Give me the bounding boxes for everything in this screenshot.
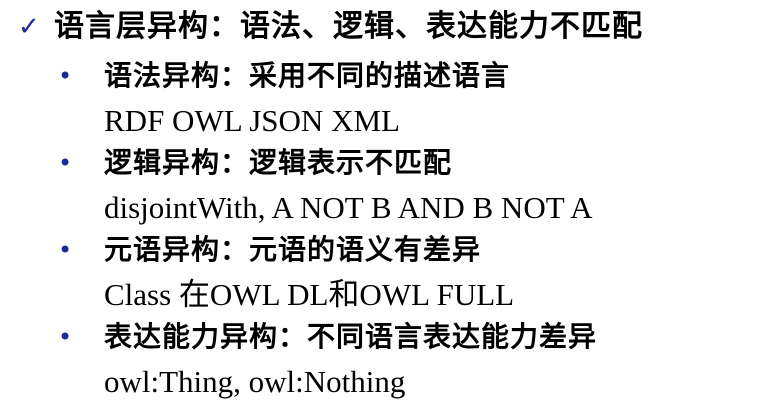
sub-item-syntax: • 语法异构：采用不同的描述语言 RDF OWL JSON XML	[58, 54, 510, 142]
sub-item-title: 逻辑异构：逻辑表示不匹配	[104, 146, 453, 179]
check-icon: ✓	[18, 12, 40, 42]
sub-item-expressiveness: • 表达能力异构：不同语言表达能力差异 owl:Thing, owl:Nothi…	[58, 315, 597, 403]
bullet-dot-icon: •	[58, 62, 73, 90]
sub-item-title: 语法异构：采用不同的描述语言	[104, 59, 511, 92]
bullet-dot-icon: •	[58, 149, 73, 177]
sub-item-header: • 逻辑异构：逻辑表示不匹配	[58, 141, 593, 185]
slide: ✓ 语言层异构：语法、逻辑、表达能力不匹配 • 语法异构：采用不同的描述语言 R…	[0, 0, 777, 410]
sub-item-metalanguage: • 元语异构：元语的语义有差异 Class 在OWL DL和OWL FULL	[58, 228, 514, 316]
sub-item-detail: RDF OWL JSON XML	[104, 102, 400, 138]
main-bullet: ✓ 语言层异构：语法、逻辑、表达能力不匹配	[18, 4, 643, 50]
sub-item-header: • 元语异构：元语的语义有差异	[58, 228, 514, 272]
sub-item-detail: owl:Thing, owl:Nothing	[104, 363, 406, 399]
sub-item-logic: • 逻辑异构：逻辑表示不匹配 disjointWith, A NOT B AND…	[58, 141, 593, 229]
sub-item-header: • 表达能力异构：不同语言表达能力差异	[58, 315, 597, 359]
sub-item-detail: disjointWith, A NOT B AND B NOT A	[104, 189, 593, 225]
sub-item-title: 表达能力异构：不同语言表达能力差异	[104, 320, 598, 353]
sub-item-detail: Class 在OWL DL和OWL FULL	[104, 276, 515, 312]
bullet-dot-icon: •	[58, 323, 73, 351]
sub-item-header: • 语法异构：采用不同的描述语言	[58, 54, 510, 98]
bullet-dot-icon: •	[58, 236, 73, 264]
main-heading: 语言层异构：语法、逻辑、表达能力不匹配	[54, 9, 643, 44]
sub-item-title: 元语异构：元语的语义有差异	[104, 233, 482, 266]
